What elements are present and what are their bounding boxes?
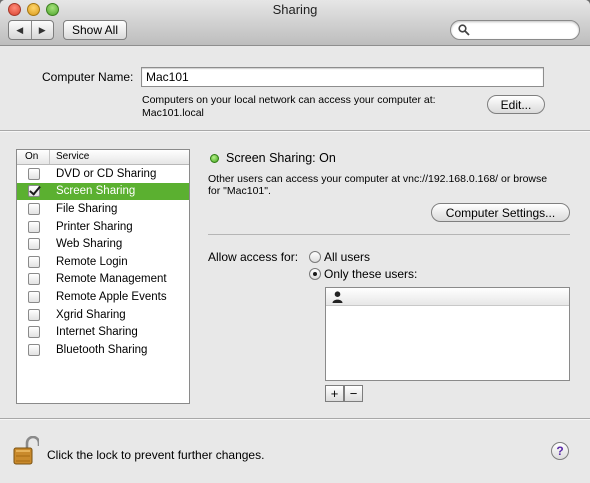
service-row[interactable]: Screen Sharing (17, 182, 189, 201)
radio-only-these-users-label[interactable]: Only these users: (324, 267, 417, 281)
search-icon (458, 24, 470, 36)
computer-name-field[interactable]: Mac101 (141, 67, 544, 87)
service-checkbox-cell (17, 255, 50, 268)
local-hostname: Mac101.local (142, 107, 204, 119)
service-checkbox-cell (17, 326, 50, 339)
status-title: Screen Sharing: On (226, 151, 336, 165)
radio-only-these-users[interactable] (309, 268, 321, 280)
back-arrow-icon[interactable]: ◀ (9, 21, 31, 39)
service-row[interactable]: Printer Sharing (17, 218, 189, 236)
services-list: On Service DVD or CD Sharing Screen Shari… (16, 149, 190, 404)
service-row[interactable]: File Sharing (17, 200, 189, 218)
service-checkbox-cell (17, 202, 50, 215)
service-checkbox[interactable] (27, 185, 40, 198)
window-title: Sharing (272, 2, 318, 17)
service-checkbox[interactable] (27, 220, 40, 233)
footer-divider-highlight (0, 419, 590, 420)
service-label: Screen Sharing (56, 185, 136, 198)
radio-all-users[interactable] (309, 251, 321, 263)
service-checkbox-cell (17, 167, 50, 180)
service-checkbox-cell (17, 343, 50, 356)
detail-divider (208, 234, 570, 235)
service-checkbox[interactable] (27, 343, 40, 356)
service-label: Bluetooth Sharing (56, 343, 148, 356)
column-header-service[interactable]: Service (50, 150, 89, 164)
service-checkbox-cell (17, 308, 50, 321)
service-checkbox[interactable] (27, 308, 40, 321)
service-checkbox[interactable] (27, 273, 40, 286)
sharing-window: Sharing ◀ ▶ Show All Computer Name: Mac1… (0, 0, 590, 483)
status-indicator-icon (210, 154, 219, 163)
service-row[interactable]: DVD or CD Sharing (17, 165, 189, 183)
edit-button[interactable]: Edit... (487, 95, 545, 114)
service-row[interactable]: Remote Apple Events (17, 288, 189, 306)
service-checkbox-cell (17, 185, 50, 198)
search-input[interactable] (471, 22, 575, 38)
service-checkbox[interactable] (27, 290, 40, 303)
radio-all-users-label[interactable]: All users (324, 250, 370, 264)
service-checkbox[interactable] (27, 202, 40, 215)
add-user-button[interactable]: + (325, 385, 344, 402)
service-row[interactable]: Bluetooth Sharing (17, 341, 189, 359)
remove-user-button[interactable]: − (344, 385, 363, 402)
forward-arrow-icon[interactable]: ▶ (30, 21, 54, 39)
services-rows: DVD or CD Sharing Screen Sharing File Shar… (17, 165, 189, 359)
computer-name-label: Computer Name: (42, 70, 134, 84)
local-address-info: Computers on your local network can acce… (142, 94, 436, 106)
help-button[interactable]: ? (551, 442, 569, 460)
lock-instruction: Click the lock to prevent further change… (47, 448, 265, 462)
service-checkbox-cell (17, 238, 50, 251)
column-header-on[interactable]: On (17, 150, 50, 164)
service-row[interactable]: Remote Login (17, 253, 189, 271)
allowed-users-list[interactable] (325, 287, 570, 381)
service-label: Remote Management (56, 273, 167, 286)
service-row[interactable]: Remote Management (17, 271, 189, 289)
toolbar: Sharing ◀ ▶ Show All (0, 0, 590, 46)
unlocked-lock-icon[interactable] (13, 436, 39, 466)
service-label: File Sharing (56, 202, 118, 215)
service-checkbox[interactable] (27, 238, 40, 251)
search-field[interactable] (450, 20, 580, 40)
service-label: Remote Apple Events (56, 290, 167, 303)
service-label: DVD or CD Sharing (56, 167, 157, 180)
allow-access-label: Allow access for: (208, 250, 299, 264)
service-label: Remote Login (56, 255, 128, 268)
vnc-description-continued: for "Mac101". (208, 185, 271, 197)
back-forward-control: ◀ ▶ (8, 20, 54, 40)
show-all-button[interactable]: Show All (63, 20, 127, 40)
section-divider-highlight (0, 131, 590, 132)
computer-settings-button[interactable]: Computer Settings... (431, 203, 570, 222)
services-list-header: On Service (17, 150, 189, 165)
service-checkbox[interactable] (27, 255, 40, 268)
service-label: Xgrid Sharing (56, 308, 126, 321)
service-label: Printer Sharing (56, 220, 133, 233)
service-checkbox[interactable] (27, 326, 40, 339)
service-checkbox-cell (17, 273, 50, 286)
service-row[interactable]: Internet Sharing (17, 323, 189, 341)
allowed-users-header (326, 288, 569, 306)
service-row[interactable]: Web Sharing (17, 235, 189, 253)
service-label: Internet Sharing (56, 326, 138, 339)
user-icon (332, 291, 343, 303)
service-label: Web Sharing (56, 238, 123, 251)
service-checkbox-cell (17, 220, 50, 233)
service-checkbox-cell (17, 290, 50, 303)
service-checkbox[interactable] (27, 167, 40, 180)
service-row[interactable]: Xgrid Sharing (17, 306, 189, 324)
